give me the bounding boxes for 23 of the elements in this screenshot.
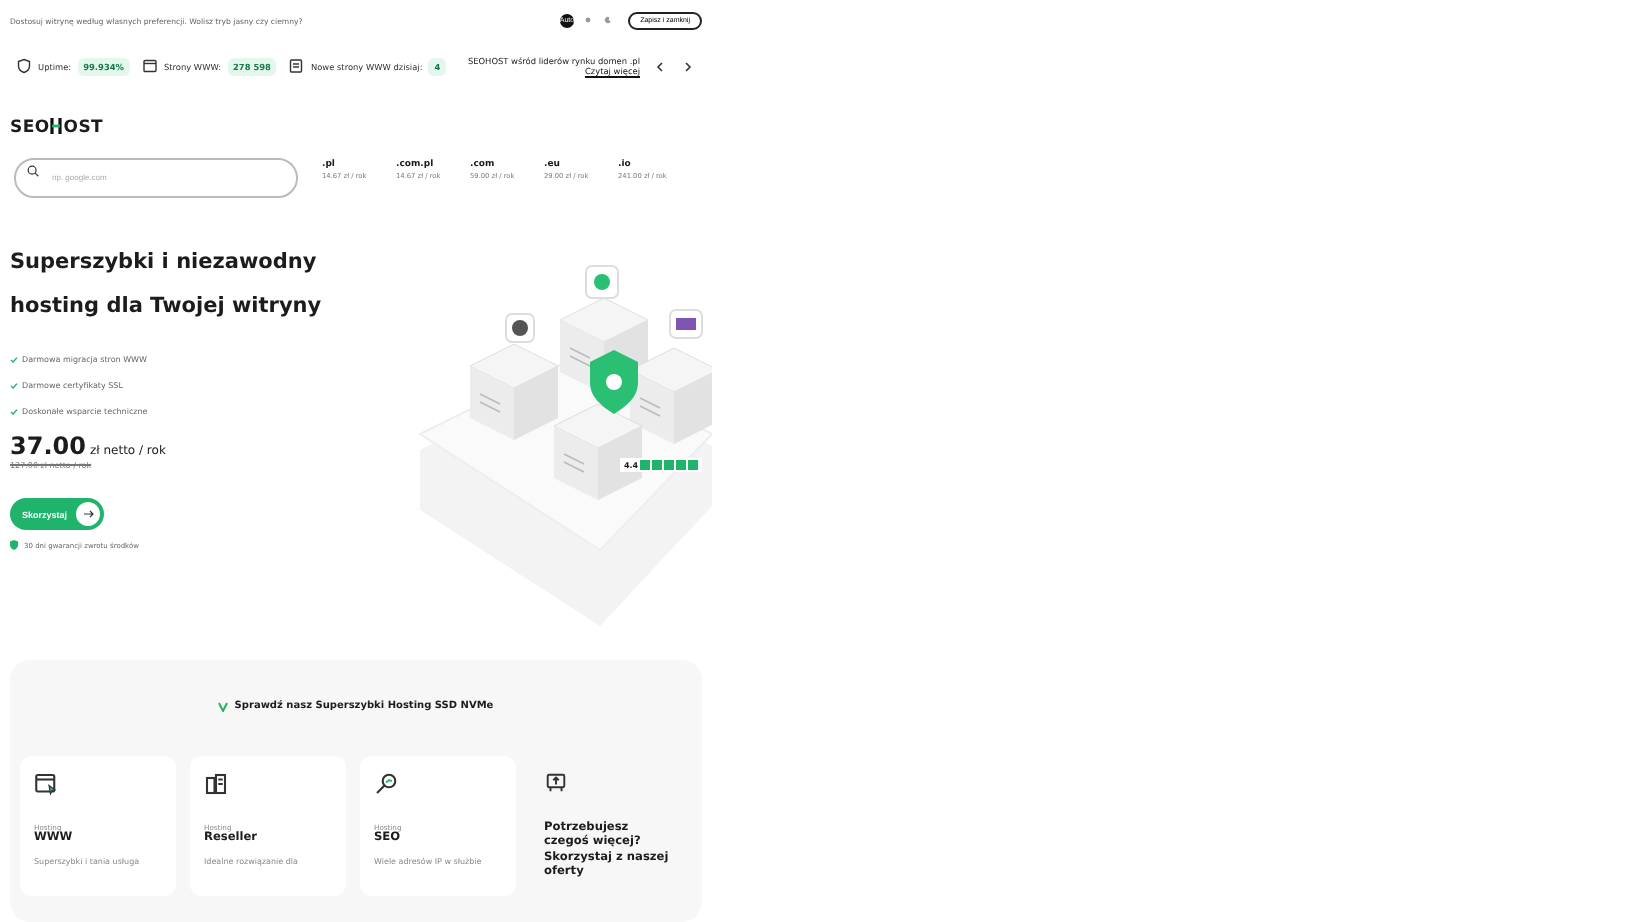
price: 37.00 xyxy=(10,432,86,461)
logo-text: SEO xyxy=(10,117,50,138)
arrow-icon xyxy=(83,510,93,519)
servers-icon xyxy=(204,772,228,797)
sun-button[interactable] xyxy=(580,13,595,28)
logo-h-icon xyxy=(50,118,63,135)
moon-button[interactable] xyxy=(600,13,615,28)
shield-check-icon xyxy=(10,540,18,551)
hero-title: Superszybki i niezawodny xyxy=(10,250,319,279)
search-icon xyxy=(26,163,40,178)
document-icon xyxy=(288,58,305,75)
logo-text: OST xyxy=(63,117,104,138)
hero-title: hosting dla Twojej witryny xyxy=(10,294,324,323)
browser-cursor-icon xyxy=(34,772,58,797)
previous-button[interactable] xyxy=(652,58,668,75)
check-icon xyxy=(10,407,18,416)
shield-icon xyxy=(16,58,32,75)
check-icon xyxy=(10,355,18,364)
next-button[interactable] xyxy=(680,58,696,75)
monitor-icon xyxy=(544,772,568,795)
check-icon xyxy=(10,381,18,390)
magnifier-icon xyxy=(374,772,398,797)
browser-icon xyxy=(141,58,158,75)
